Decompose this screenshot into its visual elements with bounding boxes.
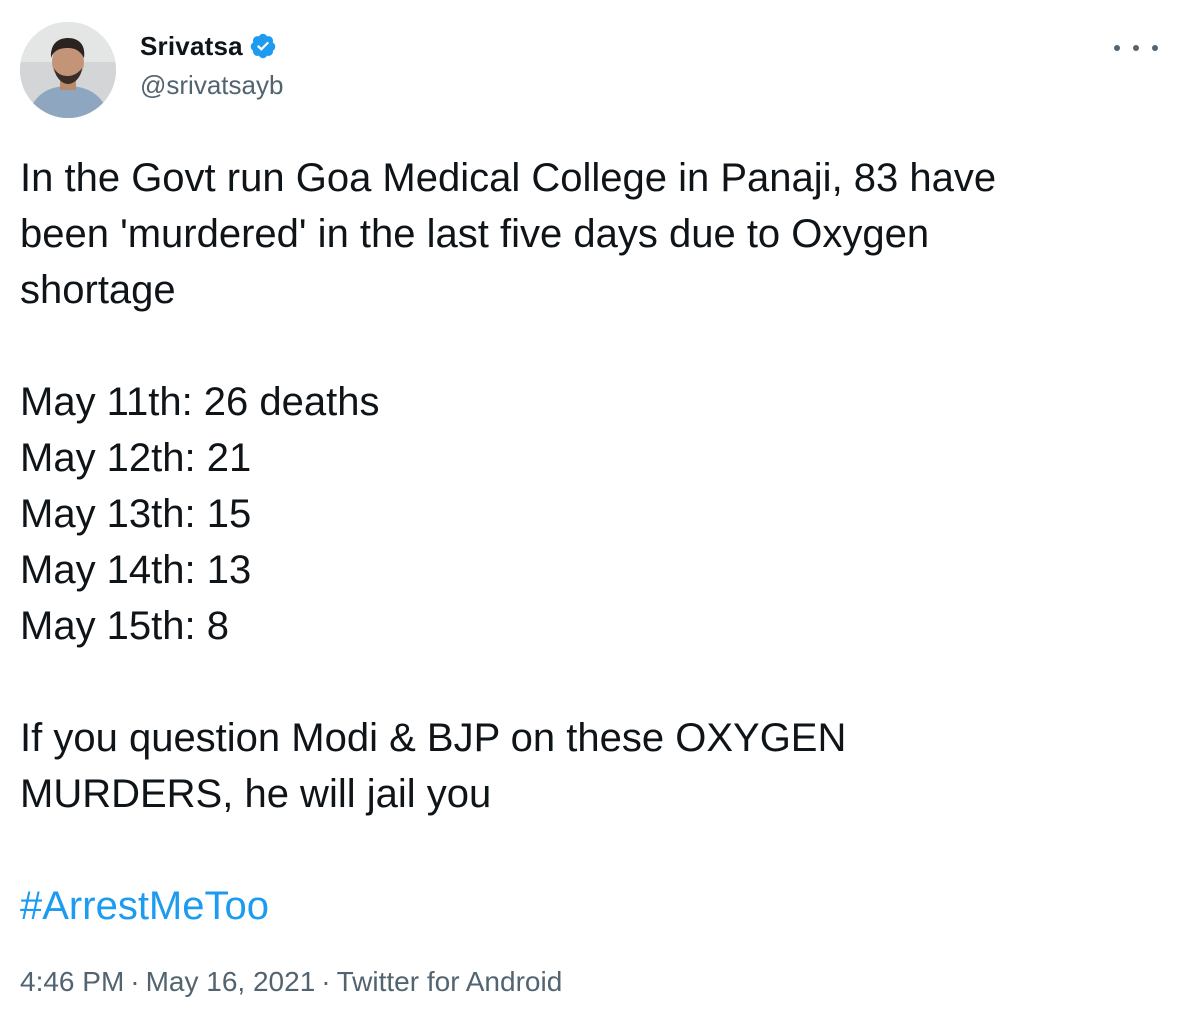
- tweet-line: In the Govt run Goa Medical College in P…: [20, 156, 997, 200]
- more-dot-icon: [1114, 45, 1120, 51]
- author-handle[interactable]: @srivatsayb: [140, 70, 283, 101]
- tweet-meta: 4:46 PM · May 16, 2021 · Twitter for Android: [20, 966, 562, 998]
- avatar[interactable]: [20, 22, 116, 118]
- avatar-photo-icon: [20, 22, 116, 118]
- daily-list-item: May 11th: 26 deaths: [20, 380, 380, 424]
- display-name-row: Srivatsa: [140, 28, 283, 64]
- more-dot-icon: [1152, 45, 1158, 51]
- tweet-line: If you question Modi & BJP on these OXYG…: [20, 716, 847, 760]
- display-name[interactable]: Srivatsa: [140, 31, 243, 62]
- daily-list-item: May 15th: 8: [20, 604, 230, 648]
- more-dot-icon: [1133, 45, 1139, 51]
- tweet-line: shortage: [20, 268, 176, 312]
- meta-separator: ·: [321, 966, 331, 997]
- hashtag-link[interactable]: #ArrestMeToo: [20, 884, 269, 928]
- tweet-header: Srivatsa @srivatsayb: [20, 22, 1158, 118]
- tweet-card: Srivatsa @srivatsayb In the Govt run Goa…: [0, 0, 1178, 1036]
- verified-badge-icon: [249, 32, 277, 60]
- tweet-text: In the Govt run Goa Medical College in P…: [20, 150, 1140, 934]
- tweet-line: MURDERS, he will jail you: [20, 772, 492, 816]
- tweet-time[interactable]: 4:46 PM: [20, 966, 124, 997]
- daily-list-item: May 12th: 21: [20, 436, 252, 480]
- daily-list-item: May 14th: 13: [20, 548, 252, 592]
- author-names: Srivatsa @srivatsayb: [140, 28, 283, 101]
- daily-list-item: May 13th: 15: [20, 492, 252, 536]
- tweet-line: been 'murdered' in the last five days du…: [20, 212, 930, 256]
- meta-separator: ·: [130, 966, 140, 997]
- more-options-button[interactable]: [1114, 36, 1158, 60]
- tweet-date[interactable]: May 16, 2021: [146, 966, 316, 997]
- tweet-source[interactable]: Twitter for Android: [337, 966, 563, 997]
